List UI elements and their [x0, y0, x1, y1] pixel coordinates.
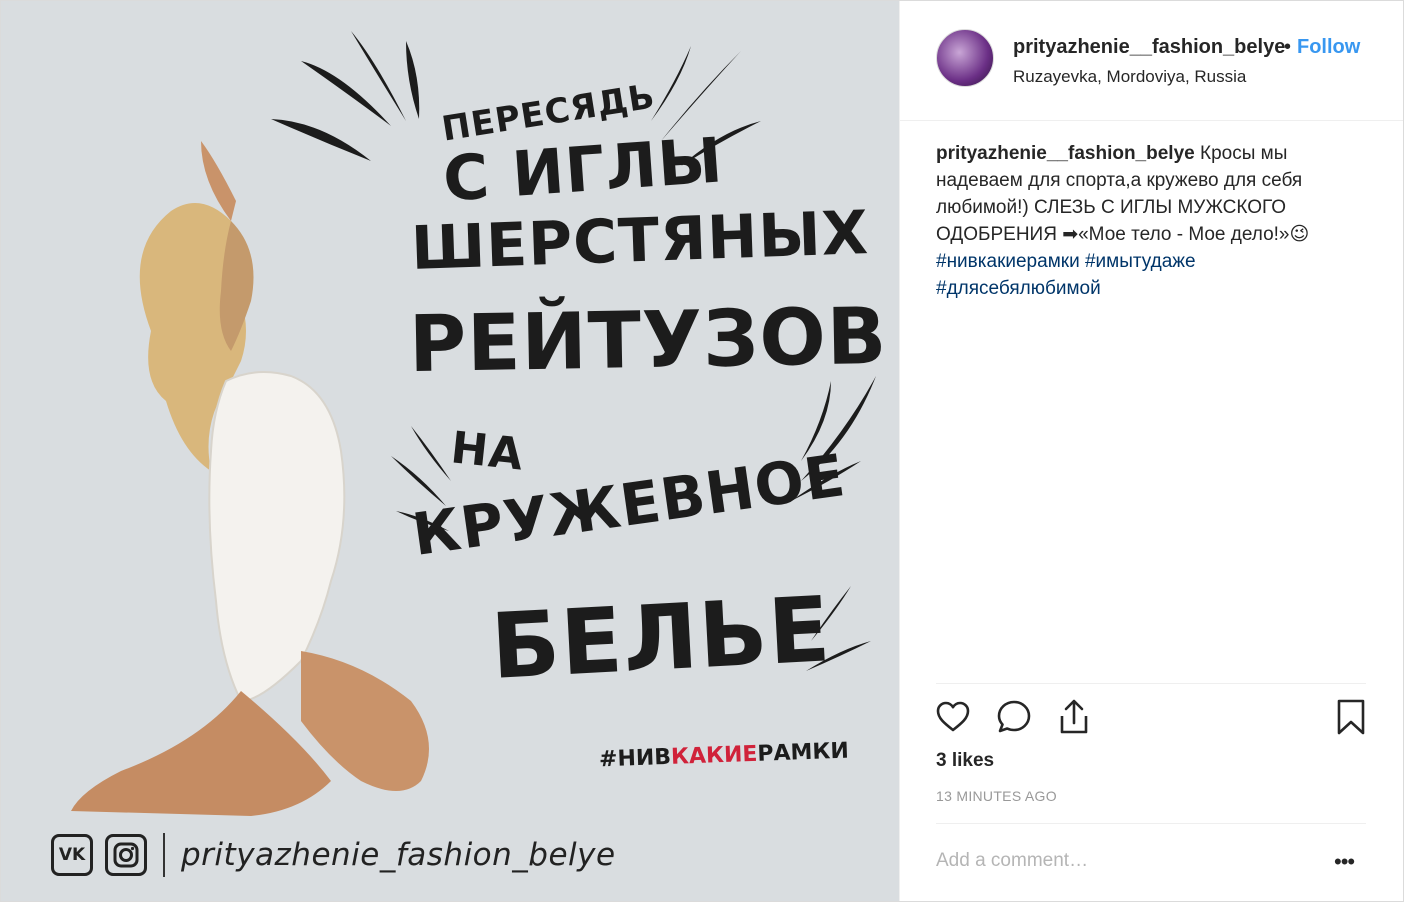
comment-icon[interactable] [995, 698, 1033, 736]
actions-divider [936, 683, 1366, 684]
avatar[interactable] [936, 29, 994, 87]
share-icon[interactable] [1055, 698, 1093, 736]
lettering-line: РЕЙТУЗОВ [408, 291, 888, 391]
instagram-icon [105, 834, 147, 876]
comment-divider [936, 823, 1366, 824]
post-caption: prityazhenie__fashion_belye Кросы мы над… [936, 140, 1356, 302]
post-image[interactable]: ПЕРЕСЯДЬ С ИГЛЫ ШЕРСТЯНЫХ РЕЙТУЗОВ НА КР… [1, 1, 900, 901]
hashtag-link[interactable]: #имытудаже [1085, 251, 1196, 272]
comment-input[interactable] [936, 846, 1316, 876]
lettering-line: БЕЛЬЕ [488, 577, 834, 700]
header-separator: • [1284, 36, 1292, 58]
hashtag-link[interactable]: #нивкакиерамки [936, 251, 1080, 272]
header-username[interactable]: prityazhenie__fashion_belye [1013, 36, 1285, 59]
image-hashtag-highlight: КАКИЕ [670, 741, 758, 770]
image-hashtag-suffix: РАМКИ [757, 738, 850, 767]
post-header: prityazhenie__fashion_belye • Follow Ruz… [900, 1, 1403, 121]
lettering-line: НА [448, 422, 527, 481]
post-timestamp: 13 MINUTES AGO [936, 788, 1057, 804]
more-options-icon[interactable]: ••• [1334, 849, 1355, 875]
brand-bar: VK prityazhenie_fashion_belye [51, 833, 616, 877]
lettering-line: ШЕРСТЯНЫХ [409, 198, 870, 284]
brand-handle: prityazhenie_fashion_belye [181, 837, 616, 873]
likes-count[interactable]: 3 likes [936, 750, 994, 772]
caption-username[interactable]: prityazhenie__fashion_belye [936, 143, 1195, 164]
brand-divider [163, 833, 165, 877]
post-sidebar: prityazhenie__fashion_belye • Follow Ruz… [900, 1, 1403, 901]
heart-icon[interactable] [934, 698, 972, 736]
action-bar [934, 698, 1368, 738]
vk-icon-label: VK [58, 845, 86, 865]
location-link[interactable]: Ruzayevka, Mordoviya, Russia [1013, 67, 1246, 87]
vk-icon: VK [51, 834, 93, 876]
instagram-post: ПЕРЕСЯДЬ С ИГЛЫ ШЕРСТЯНЫХ РЕЙТУЗОВ НА КР… [0, 0, 1404, 902]
wink-emoji: 😉 [1289, 224, 1310, 245]
follow-button[interactable]: Follow [1297, 36, 1360, 59]
image-hashtag-prefix: #НИВ [598, 744, 672, 773]
hashtag-link[interactable]: #длясебялюбимой [936, 278, 1101, 299]
bookmark-icon[interactable] [1332, 698, 1370, 736]
